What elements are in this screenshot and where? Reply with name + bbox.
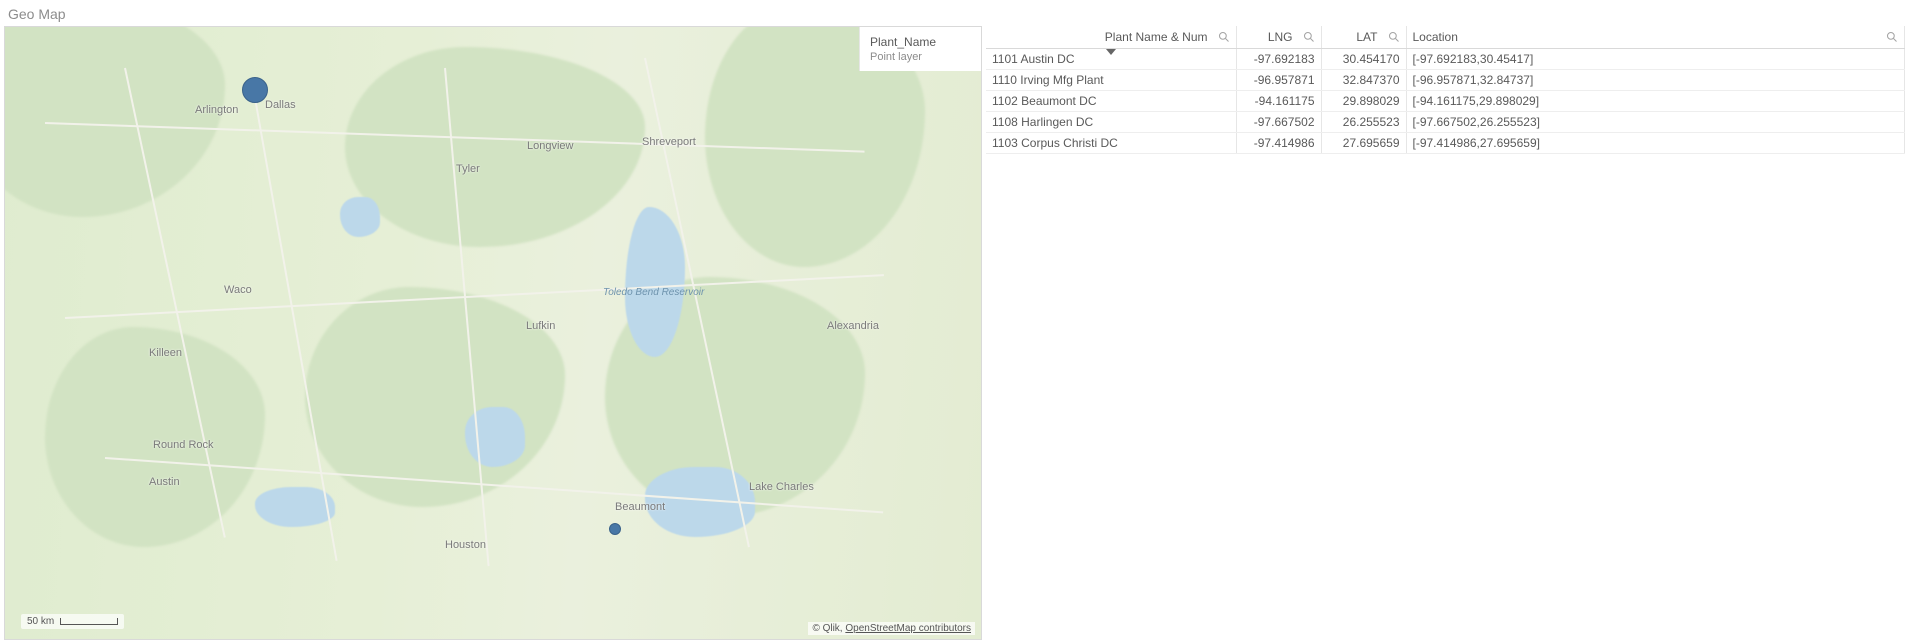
- legend-subtitle: Point layer: [870, 51, 971, 63]
- search-icon[interactable]: [1388, 31, 1400, 43]
- search-icon[interactable]: [1218, 31, 1230, 43]
- cell-loc: [-94.161175,29.898029]: [1406, 91, 1905, 112]
- legend-title: Plant_Name: [870, 35, 971, 49]
- cell-loc: [-97.667502,26.255523]: [1406, 112, 1905, 133]
- cell-loc: [-97.692183,30.45417]: [1406, 49, 1905, 70]
- cell-name: 1102 Beaumont DC: [986, 91, 1236, 112]
- table-row[interactable]: 1110 Irving Mfg Plant-96.95787132.847370…: [986, 70, 1905, 91]
- cell-lat: 29.898029: [1321, 91, 1406, 112]
- plant-table[interactable]: Plant Name & Num LNG LAT Location 1101 Aust…: [986, 26, 1905, 154]
- scale-label: 50 km: [27, 616, 54, 627]
- cell-name: 1108 Harlingen DC: [986, 112, 1236, 133]
- table-row[interactable]: 1108 Harlingen DC-97.66750226.255523[-97…: [986, 112, 1905, 133]
- column-header-plant-name-num[interactable]: Plant Name & Num: [986, 26, 1236, 49]
- cell-lat: 27.695659: [1321, 133, 1406, 154]
- cell-lng: -94.161175: [1236, 91, 1321, 112]
- scale-line-icon: [60, 618, 118, 625]
- plant-marker-beaumont[interactable]: [609, 523, 621, 535]
- table-row[interactable]: 1101 Austin DC-97.69218330.454170[-97.69…: [986, 49, 1905, 70]
- column-header-lng[interactable]: LNG: [1236, 26, 1321, 49]
- geo-map[interactable]: ArlingtonDallasTylerLongviewShreveportWa…: [4, 26, 982, 640]
- sort-indicator-icon: [1106, 49, 1116, 55]
- content-area: ArlingtonDallasTylerLongviewShreveportWa…: [0, 26, 1909, 644]
- search-icon[interactable]: [1886, 31, 1898, 43]
- column-label: LAT: [1356, 30, 1377, 44]
- plant-marker-irving[interactable]: [242, 77, 268, 103]
- search-icon[interactable]: [1303, 31, 1315, 43]
- cell-lat: 32.847370: [1321, 70, 1406, 91]
- column-label: Plant Name & Num: [1105, 30, 1208, 44]
- table-row[interactable]: 1102 Beaumont DC-94.16117529.898029[-94.…: [986, 91, 1905, 112]
- cell-lng: -96.957871: [1236, 70, 1321, 91]
- cell-loc: [-97.414986,27.695659]: [1406, 133, 1905, 154]
- cell-name: 1103 Corpus Christi DC: [986, 133, 1236, 154]
- cell-lng: -97.692183: [1236, 49, 1321, 70]
- cell-lng: -97.667502: [1236, 112, 1321, 133]
- column-header-lat[interactable]: LAT: [1321, 26, 1406, 49]
- column-label: LNG: [1268, 30, 1293, 44]
- map-attribution: © Qlik, OpenStreetMap contributors: [808, 622, 975, 635]
- cell-lat: 30.454170: [1321, 49, 1406, 70]
- attribution-prefix: © Qlik,: [812, 623, 845, 634]
- reservoir-label: Toledo Bend Reservoir: [603, 287, 704, 298]
- cell-lat: 26.255523: [1321, 112, 1406, 133]
- table-row[interactable]: 1103 Corpus Christi DC-97.41498627.69565…: [986, 133, 1905, 154]
- scale-bar: 50 km: [21, 614, 124, 629]
- cell-loc: [-96.957871,32.84737]: [1406, 70, 1905, 91]
- map-legend: Plant_Name Point layer: [859, 27, 981, 71]
- column-label: Location: [1413, 30, 1458, 44]
- cell-name: 1110 Irving Mfg Plant: [986, 70, 1236, 91]
- page-title: Geo Map: [0, 0, 1909, 26]
- column-header-location[interactable]: Location: [1406, 26, 1905, 49]
- cell-lng: -97.414986: [1236, 133, 1321, 154]
- osm-link[interactable]: OpenStreetMap contributors: [845, 623, 971, 634]
- map-canvas[interactable]: ArlingtonDallasTylerLongviewShreveportWa…: [5, 27, 981, 639]
